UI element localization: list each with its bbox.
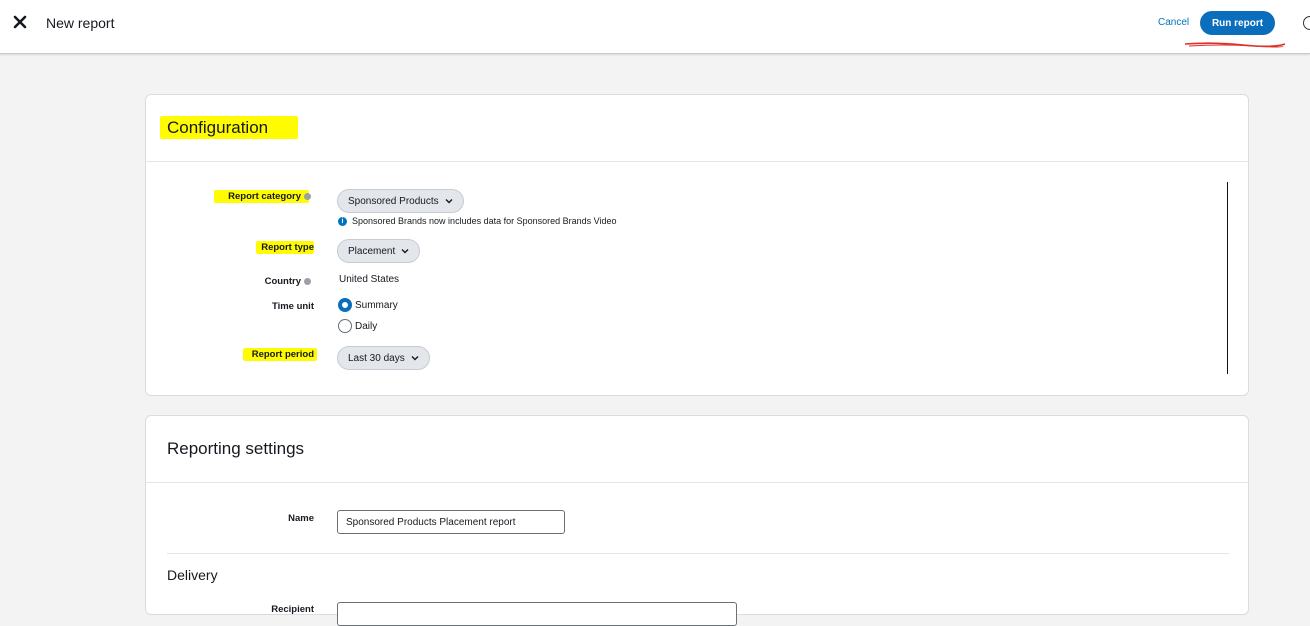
name-label: Name [288, 513, 314, 524]
recipient-input[interactable] [337, 602, 737, 626]
name-input[interactable] [337, 510, 565, 534]
report-category-select[interactable]: Sponsored Products [337, 189, 464, 213]
chevron-down-icon [411, 356, 419, 361]
time-unit-label: Time unit [271, 301, 314, 312]
info-icon[interactable] [304, 192, 311, 200]
scroll-divider [1227, 182, 1228, 374]
report-period-label: Report period [251, 349, 314, 360]
chevron-down-icon [401, 249, 409, 254]
country-label-text: Country [264, 276, 301, 287]
chevron-down-icon [445, 199, 453, 204]
country-label: Country [265, 276, 311, 287]
reporting-settings-card: Reporting settings Name Delivery Recipie… [145, 415, 1249, 626]
page-title: New report [46, 15, 115, 31]
run-report-button[interactable]: Run report [1200, 11, 1275, 35]
configuration-title: Configuration [167, 118, 269, 137]
red-annotation-underline [1184, 42, 1286, 48]
top-bar: New report Cancel Run report [0, 0, 1310, 54]
help-icon[interactable] [1303, 16, 1310, 30]
cancel-button[interactable]: Cancel [1158, 17, 1189, 28]
section-divider [167, 553, 1229, 554]
time-unit-summary-label: Summary [355, 299, 398, 311]
country-value: United States [339, 274, 400, 285]
reporting-settings-title: Reporting settings [167, 439, 305, 458]
report-type-label: Report type [261, 242, 314, 253]
report-category-value: Sponsored Products [348, 195, 439, 207]
category-note: i Sponsored Brands now includes data for … [338, 216, 617, 227]
radio-daily[interactable] [338, 319, 352, 333]
close-icon[interactable] [10, 12, 30, 32]
reporting-settings-header: Reporting settings [146, 416, 1248, 483]
radio-summary[interactable] [338, 298, 352, 312]
configuration-card: Configuration Report category Sponsored … [145, 94, 1249, 396]
info-icon[interactable] [304, 277, 311, 285]
time-unit-summary-option[interactable]: Summary [338, 298, 398, 312]
time-unit-daily-label: Daily [355, 320, 378, 332]
report-category-label: Report category [228, 191, 311, 202]
report-category-label-text: Report category [228, 191, 301, 202]
category-note-text: Sponsored Brands now includes data for S… [352, 216, 617, 226]
delivery-heading: Delivery [167, 567, 218, 583]
report-period-select[interactable]: Last 30 days [337, 346, 430, 370]
report-type-select[interactable]: Placement [337, 239, 421, 263]
info-icon: i [338, 217, 347, 227]
report-period-value: Last 30 days [348, 352, 405, 364]
time-unit-daily-option[interactable]: Daily [338, 319, 377, 333]
recipient-label: Recipient [271, 604, 314, 615]
configuration-header: Configuration [146, 95, 1248, 162]
report-type-value: Placement [348, 245, 396, 257]
